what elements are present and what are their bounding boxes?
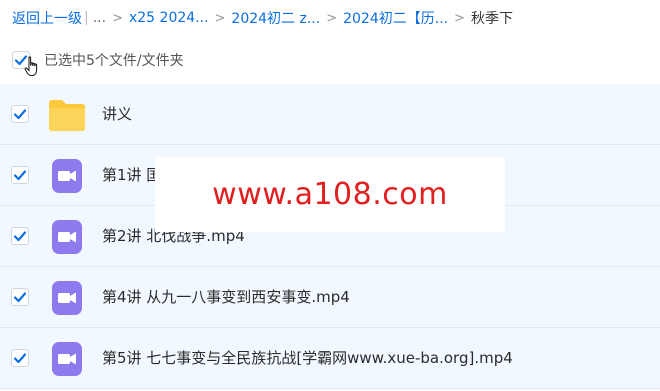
row-checkbox[interactable] — [11, 105, 29, 123]
file-browser: 返回上一级 | ... > x25 2024... > 2024初二 z... … — [0, 0, 660, 391]
selection-count-label: 已选中5个文件/文件夹 — [44, 53, 184, 69]
row-checkbox[interactable] — [11, 349, 29, 367]
checkmark-icon — [13, 170, 27, 181]
watermark-overlay: www.a108.com — [155, 157, 505, 232]
checkmark-icon — [13, 109, 27, 120]
breadcrumb-item[interactable]: 2024初二 z... — [231, 8, 320, 28]
breadcrumb-ellipsis[interactable]: ... — [93, 10, 106, 26]
file-row[interactable]: 第5讲 七七事变与全民族抗战[学霸网www.xue-ba.org].mp4 — [0, 328, 660, 389]
chevron-right-icon: > — [454, 10, 465, 26]
checkmark-icon — [13, 353, 27, 364]
breadcrumb-item[interactable]: x25 2024... — [129, 10, 209, 26]
file-name[interactable]: 第5讲 七七事变与全民族抗战[学霸网www.xue-ba.org].mp4 — [102, 328, 513, 389]
breadcrumb: 返回上一级 | ... > x25 2024... > 2024初二 z... … — [12, 0, 513, 36]
back-link[interactable]: 返回上一级 — [12, 8, 82, 28]
video-file-icon — [52, 281, 82, 315]
breadcrumb-divider: | — [84, 10, 89, 26]
row-checkbox[interactable] — [11, 166, 29, 184]
row-checkbox[interactable] — [11, 288, 29, 306]
chevron-right-icon: > — [112, 10, 123, 26]
video-file-icon — [52, 342, 82, 376]
row-checkbox[interactable] — [11, 227, 29, 245]
video-file-icon — [52, 159, 82, 193]
chevron-right-icon: > — [326, 10, 338, 26]
file-list: 讲义 第1讲 国 第2讲 北伐战争.mp4 第4讲 从九一八事变到西安事变.mp… — [0, 84, 660, 389]
file-row[interactable]: 讲义 — [0, 84, 660, 145]
checkmark-icon — [13, 292, 27, 303]
checkmark-icon — [13, 231, 27, 242]
video-file-icon — [52, 220, 82, 254]
hand-cursor-icon — [24, 56, 38, 76]
breadcrumb-current: 秋季下 — [471, 11, 513, 27]
breadcrumb-item[interactable]: 2024初二【历... — [343, 8, 448, 28]
folder-icon — [49, 100, 85, 131]
file-row[interactable]: 第4讲 从九一八事变到西安事变.mp4 — [0, 267, 660, 328]
file-name[interactable]: 第1讲 国 — [102, 145, 161, 206]
chevron-right-icon: > — [214, 10, 226, 26]
file-name[interactable]: 讲义 — [102, 84, 132, 145]
file-name[interactable]: 第4讲 从九一八事变到西安事变.mp4 — [102, 267, 350, 328]
